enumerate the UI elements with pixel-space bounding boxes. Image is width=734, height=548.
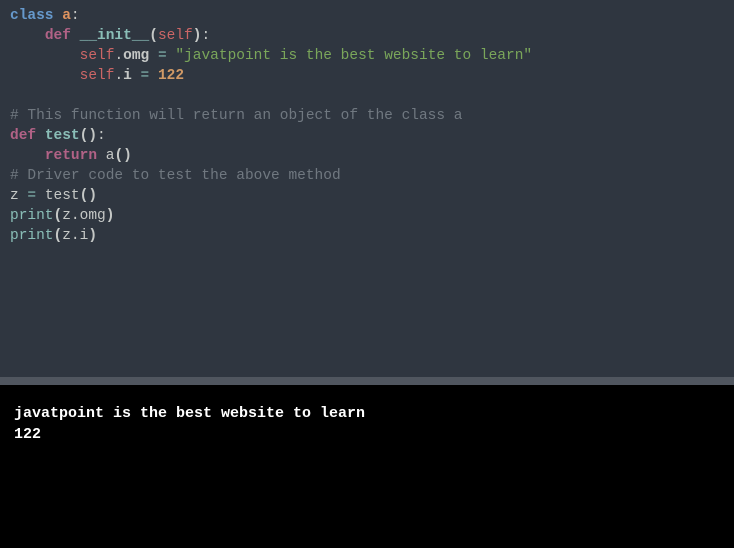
paren-open: ( — [54, 228, 63, 244]
indent — [10, 48, 80, 64]
attr-ref: omg — [80, 208, 106, 224]
keyword-class: class — [10, 8, 54, 24]
keyword-def: def — [10, 128, 36, 144]
code-editor[interactable]: class a: def __init__(self): self.omg = … — [0, 0, 734, 377]
equals: = — [19, 188, 45, 204]
comment: # This function will return an object of… — [10, 108, 462, 124]
attr-name: omg — [123, 48, 149, 64]
output-line: 122 — [14, 426, 41, 443]
self-ref: self — [80, 68, 115, 84]
colon: : — [97, 128, 106, 144]
output-console: javatpoint is the best website to learn … — [0, 385, 734, 548]
panel-divider[interactable] — [0, 377, 734, 385]
indent — [10, 28, 45, 44]
indent — [10, 68, 80, 84]
builtin-print: print — [10, 208, 54, 224]
keyword-def: def — [45, 28, 71, 44]
self-param: self — [158, 28, 193, 44]
paren-open: ( — [54, 208, 63, 224]
indent — [10, 148, 45, 164]
paren-close: ) — [106, 208, 115, 224]
paren-close: ) — [88, 228, 97, 244]
self-ref: self — [80, 48, 115, 64]
equals: = — [132, 68, 158, 84]
parens: () — [114, 148, 131, 164]
attr-name: i — [123, 68, 132, 84]
paren-open: ( — [149, 28, 158, 44]
colon: : — [201, 28, 210, 44]
output-line: javatpoint is the best website to learn — [14, 405, 365, 422]
function-name: test — [45, 128, 80, 144]
equals: = — [149, 48, 175, 64]
var-name: z — [10, 188, 19, 204]
colon: : — [71, 8, 80, 24]
call-name: test — [45, 188, 80, 204]
comment: # Driver code to test the above method — [10, 168, 341, 184]
call-name: a — [97, 148, 114, 164]
string-literal: "javatpoint is the best website to learn… — [175, 48, 532, 64]
function-name: __init__ — [80, 28, 150, 44]
var-ref: z — [62, 228, 71, 244]
number-literal: 122 — [158, 68, 184, 84]
dot: . — [114, 68, 123, 84]
keyword-return: return — [45, 148, 97, 164]
parens: () — [80, 188, 97, 204]
builtin-print: print — [10, 228, 54, 244]
dot: . — [71, 228, 80, 244]
var-ref: z — [62, 208, 71, 224]
parens: () — [80, 128, 97, 144]
dot: . — [71, 208, 80, 224]
dot: . — [114, 48, 123, 64]
class-name: a — [62, 8, 71, 24]
